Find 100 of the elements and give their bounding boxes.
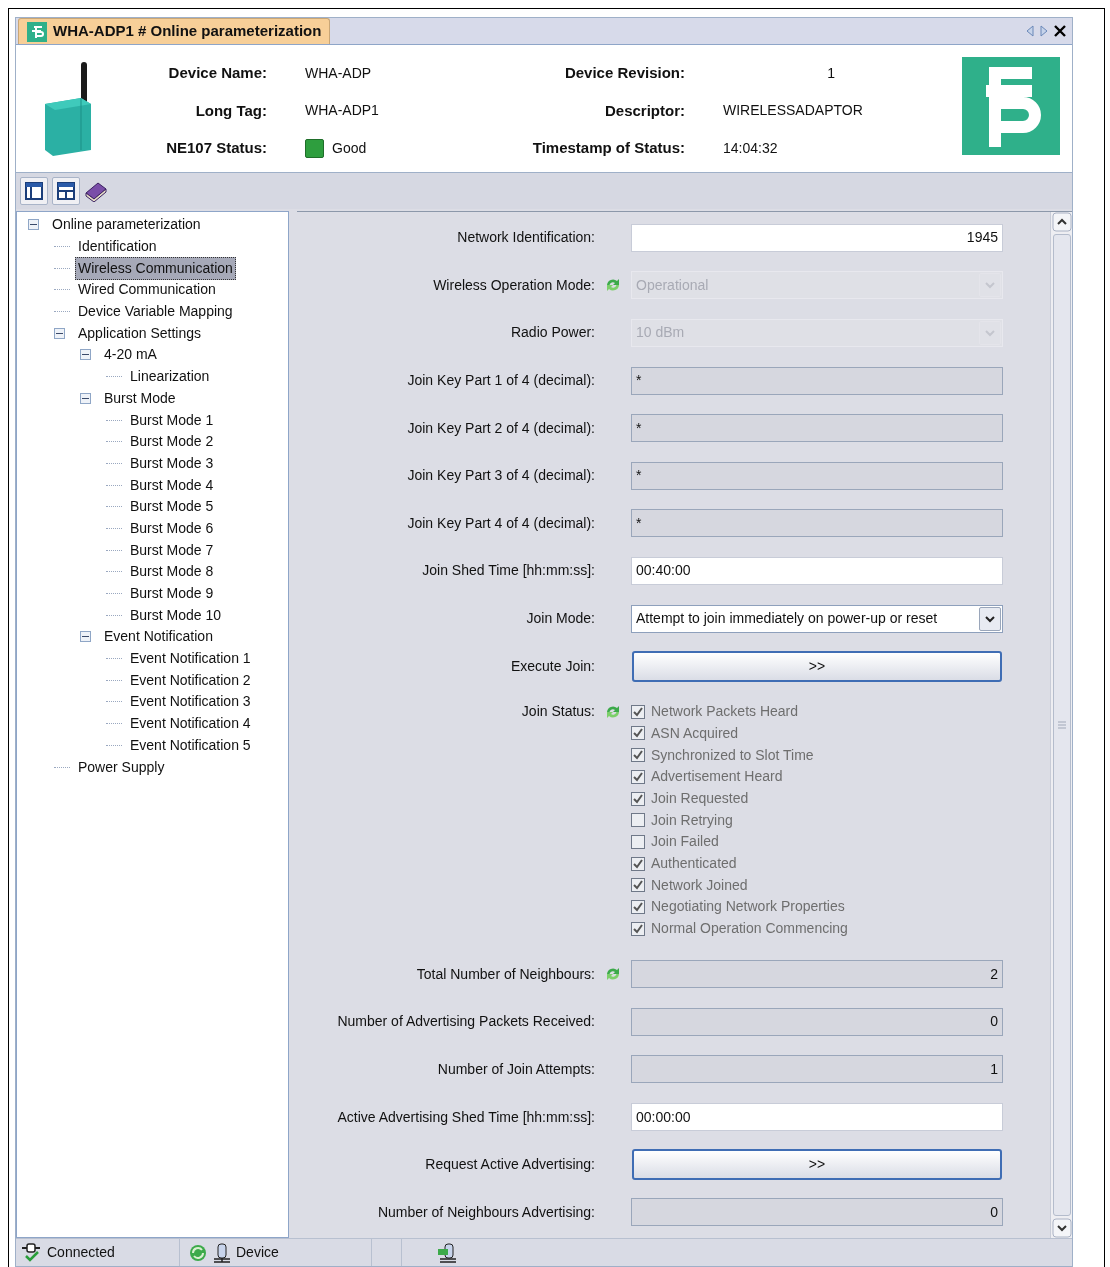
readonly-field: 2 [631,960,1003,989]
checkbox-label: Join Failed [651,832,719,852]
tree-item[interactable]: Burst Mode 10 [127,603,225,627]
scrollbar-thumb[interactable] [1052,234,1071,1216]
field-label: Join Key Part 2 of 4 (decimal): [406,418,595,438]
field-label: Active Advertising Shed Time [hh:mm:ss]: [336,1107,595,1127]
field-label: Descriptor: [603,100,685,121]
grip-icon [1057,721,1066,729]
tree-item[interactable]: Online parameterization [49,213,204,237]
field-label: Number of Neighbours Advertising: [376,1202,595,1222]
field-value: Good [332,138,367,158]
field-label: Number of Advertising Packets Received: [336,1012,595,1032]
field-label: Join Mode: [525,609,595,629]
tree-item[interactable]: Burst Mode [101,386,179,410]
field-label: Total Number of Neighbours: [415,964,595,984]
execute-button[interactable]: >> [632,650,1002,682]
checkbox-label: Authenticated [651,854,737,874]
vertical-scrollbar[interactable] [1050,212,1072,1238]
logo-icon [27,21,47,42]
device-icon [212,1242,232,1263]
tab-title: WHA-ADP1 # Online parameterization [53,21,322,42]
tree-item[interactable]: Burst Mode 5 [127,495,217,519]
checkbox-label: Normal Operation Commencing [651,919,848,939]
input-field[interactable]: 00:00:00 [631,1103,1003,1132]
close-icon[interactable] [1054,25,1066,37]
readonly-field: * [631,366,1003,395]
network-device-icon [436,1242,458,1263]
checkbox-label: Join Retrying [651,810,733,830]
readonly-field: 1 [631,1055,1003,1084]
tree-item[interactable]: Burst Mode 3 [127,451,217,475]
field-label: Request Active Advertising: [424,1155,595,1175]
field-label: Radio Power: [509,323,595,343]
collapse-icon[interactable] [54,327,65,339]
field-label: Join Status: [520,701,595,721]
scroll-up-icon[interactable] [1051,212,1072,232]
field-label: Network Identification: [456,228,595,248]
checkbox-label: ASN Acquired [651,723,739,743]
tree-item[interactable]: Identification [75,235,160,259]
tree-item[interactable]: Burst Mode 1 [127,408,217,432]
readonly-field: * [631,509,1003,538]
tree-item[interactable]: Event Notification 4 [127,712,254,736]
field-label: NE107 Status: [165,138,267,158]
tree-item[interactable]: Device Variable Mapping [75,300,236,324]
collapse-icon[interactable] [80,349,91,361]
tree-item[interactable]: Burst Mode 8 [127,560,217,584]
checkbox-label: Join Requested [651,789,749,809]
field-label: Long Tag: [194,100,267,121]
tree-item[interactable]: Power Supply [75,755,168,779]
tree-item[interactable]: Event Notification 1 [127,647,254,671]
tree-item[interactable]: Application Settings [75,321,204,345]
field-value: WHA-ADP [305,63,372,83]
readonly-field: 0 [631,1007,1003,1036]
readonly-field: 0 [631,1198,1003,1227]
tree-item[interactable]: Burst Mode 4 [127,473,217,497]
tree-item[interactable]: Burst Mode 6 [127,516,217,540]
input-field[interactable]: 1945 [631,223,1003,252]
connection-status: Connected [47,1243,115,1262]
field-value: 1 [827,63,835,83]
scroll-down-icon[interactable] [1051,1218,1072,1238]
checkbox-label: Synchronized to Slot Time [651,745,814,765]
field-label: Timestamp of Status: [531,138,685,158]
tree-item[interactable]: Event Notification 2 [127,668,254,692]
tree-item[interactable]: Event Notification [101,625,216,649]
collapse-icon[interactable] [28,219,39,231]
readonly-field: * [631,461,1003,490]
refresh-icon [188,1242,208,1263]
field-label: Device Revision: [563,63,685,83]
tree-item[interactable]: Wired Communication [75,278,219,302]
collapse-icon[interactable] [80,392,91,404]
tree-item[interactable]: Event Notification 5 [127,733,254,757]
field-label: Join Key Part 3 of 4 (decimal): [406,466,595,486]
field-label: Join Key Part 4 of 4 (decimal): [406,513,595,533]
layout-button[interactable] [52,177,80,205]
checkbox-label: Network Joined [651,875,748,895]
field-label: Execute Join: [509,656,595,676]
layout-button[interactable] [20,177,48,205]
checkbox-label: Network Packets Heard [651,702,799,722]
execute-button[interactable]: >> [632,1149,1002,1181]
field-label: Wireless Operation Mode: [432,275,595,295]
dropdown[interactable]: Attempt to join immediately on power-up or reset [631,604,1003,633]
tree-item[interactable]: Burst Mode 2 [127,430,217,454]
tree-item[interactable]: Event Notification 3 [127,690,254,714]
tree-item[interactable]: 4-20 mA [101,343,160,367]
tree-item[interactable]: Wireless Communication [75,256,236,280]
checkbox-label: Negotiating Network Properties [651,897,845,917]
field-label: Device Name: [167,63,267,83]
tree-item[interactable]: Burst Mode 7 [127,538,217,562]
document-tab[interactable]: WHA-ADP1 # Online parameterization [18,18,331,44]
connection-icon [20,1242,42,1263]
readonly-field: * [631,414,1003,443]
field-value: WIRELESSADAPTOR [723,101,863,121]
field-value: WHA-ADP1 [305,101,379,121]
tree-item[interactable]: Linearization [127,365,213,389]
field-label: Number of Join Attempts: [436,1060,595,1079]
book-icon[interactable] [84,180,108,202]
field-value: 14:04:32 [723,138,778,158]
field-label: Join Shed Time [hh:mm:ss]: [421,561,595,581]
collapse-icon[interactable] [80,631,91,643]
input-field[interactable]: 00:40:00 [631,556,1003,585]
tree-item[interactable]: Burst Mode 9 [127,582,217,606]
